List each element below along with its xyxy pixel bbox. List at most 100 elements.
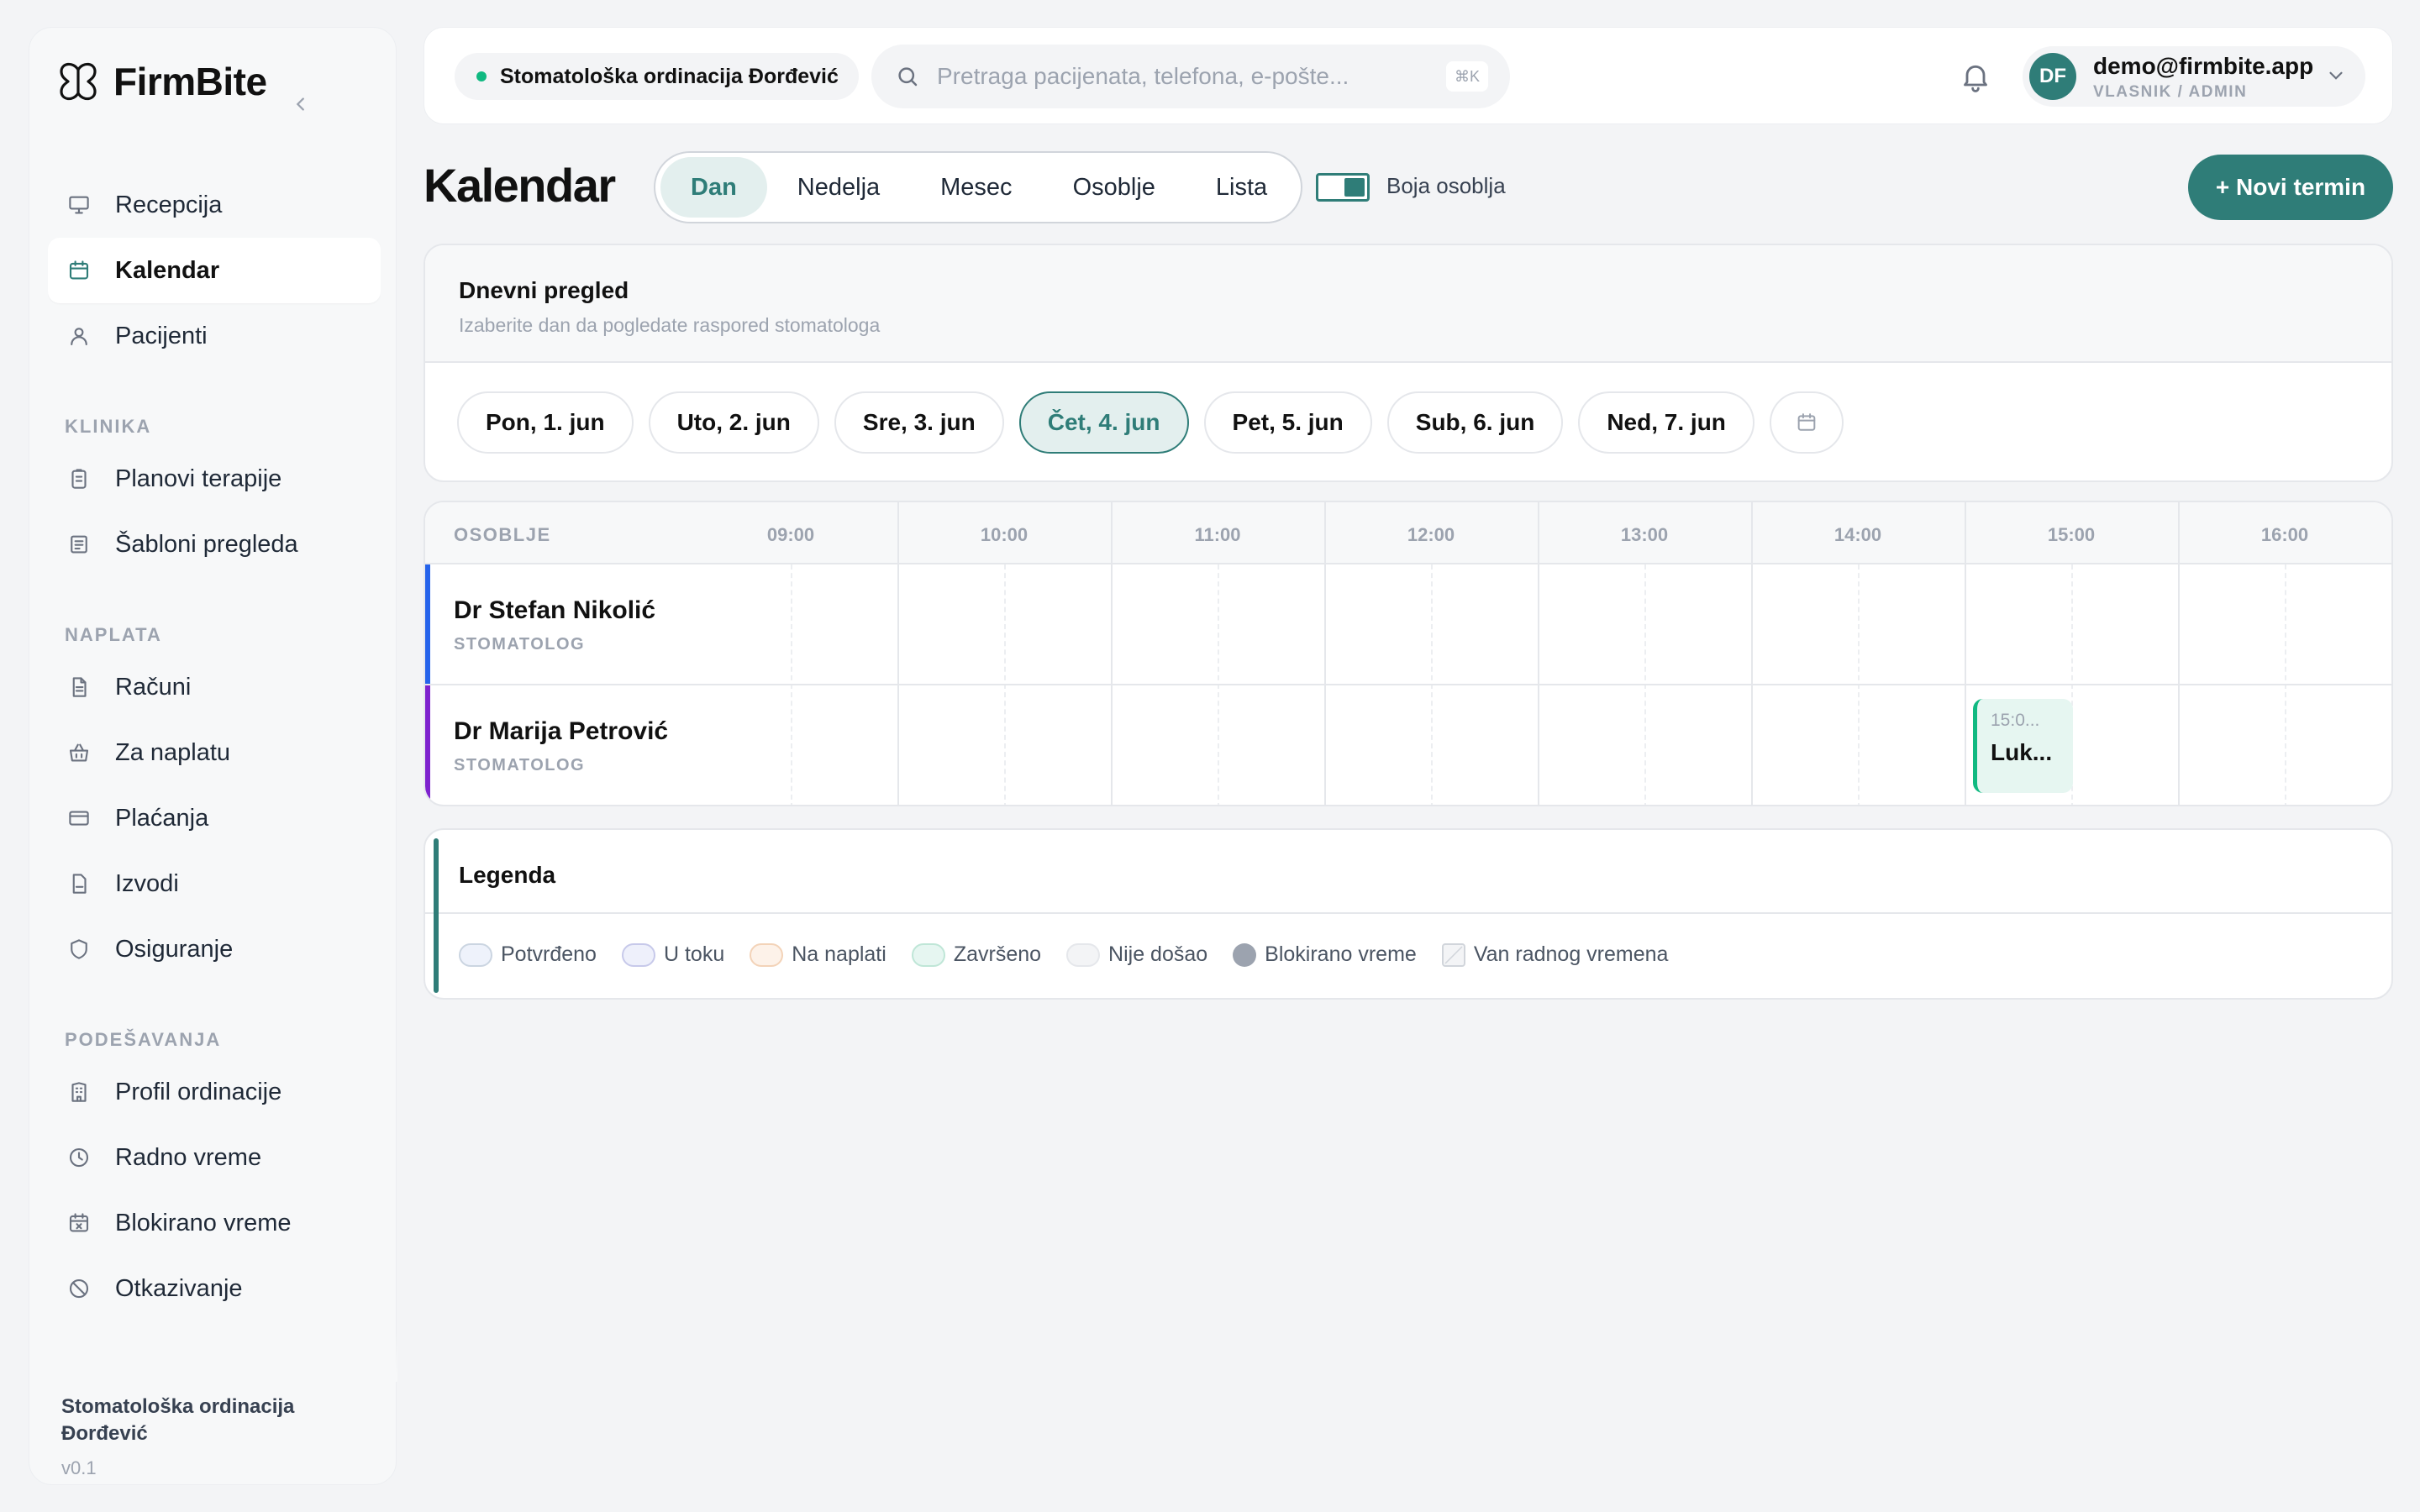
schedule-header: OSOBLJE 09:00 10:00 11:00 12:00 13:00 14:00 15… xyxy=(425,502,2391,564)
view-switcher: Dan Nedelja Mesec Osoblje Lista xyxy=(654,151,1302,223)
day-pill[interactable]: Čet, 4. jun xyxy=(1018,391,1189,454)
collapse-sidebar-button[interactable] xyxy=(288,92,313,117)
sidebar-item--abloni-pregleda[interactable]: Šabloni pregleda xyxy=(48,512,381,577)
sidebar-item-icon xyxy=(66,1210,92,1236)
legend-swatch xyxy=(1233,942,1257,967)
day-overview-subtitle: Izaberite dan da pogledate raspored stom… xyxy=(459,314,881,336)
sidebar-item-ra-uni[interactable]: Računi xyxy=(48,654,381,720)
clipboard-icon xyxy=(71,469,87,489)
legend-label: Van radnog vremena xyxy=(1473,942,1669,966)
legend-item: Nije došao xyxy=(1066,942,1207,967)
sidebar-item-icon xyxy=(66,806,92,831)
legend-item: Van radnog vremena xyxy=(1441,942,1669,967)
search-input[interactable] xyxy=(937,63,1407,90)
firmbite-logo-icon xyxy=(60,62,97,101)
new-appointment-button[interactable]: + Novi termin xyxy=(2188,155,2393,220)
staff-color-bar xyxy=(425,564,430,684)
sidebar-item-label: Radno vreme xyxy=(115,1143,262,1171)
legend-swatch xyxy=(621,942,655,967)
legend-label: Potvrđeno xyxy=(501,942,597,966)
sidebar-item-osiguranje[interactable]: Osiguranje xyxy=(48,916,381,982)
date-picker-button[interactable] xyxy=(1769,391,1844,454)
search-shortcut-hint: ⌘K xyxy=(1445,61,1488,92)
staff-color-toggle-label: Boja osoblja xyxy=(1386,173,1506,198)
clinic-status-dot xyxy=(476,71,487,81)
global-search[interactable]: ⌘K xyxy=(871,45,1510,108)
tab-dan[interactable]: Dan xyxy=(660,157,767,218)
sidebar-item-blokirano-vreme[interactable]: Blokirano vreme xyxy=(48,1190,381,1256)
clinic-selector[interactable]: Stomatološka ordinacija Đorđević xyxy=(455,53,859,100)
sidebar-item-kalendar[interactable]: Kalendar xyxy=(48,238,381,303)
sidebar-item-icon xyxy=(66,871,92,896)
tab-mesec[interactable]: Mesec xyxy=(910,157,1042,218)
app-version: v0.1 xyxy=(61,1457,97,1478)
sidebar-item-label: Otkazivanje xyxy=(115,1274,243,1302)
user-icon xyxy=(71,328,87,346)
staff-name[interactable]: Dr Stefan Nikolić xyxy=(454,596,655,625)
sidebar-item-izvodi[interactable]: Izvodi xyxy=(48,851,381,916)
tab-lista[interactable]: Lista xyxy=(1186,157,1297,218)
sidebar-item-icon xyxy=(66,323,92,349)
sidebar-section-title: PODEŠAVANJA xyxy=(65,1029,222,1050)
sidebar-item-label: Blokirano vreme xyxy=(115,1209,292,1236)
appointment-time: 15:0... xyxy=(1991,711,2040,730)
legend-card: Legenda Potvrđeno U toku Na naplati Završen… xyxy=(424,828,2393,1000)
day-pill[interactable]: Sre, 3. jun xyxy=(834,391,1004,454)
sidebar-item-pacijenti[interactable]: Pacijenti xyxy=(48,303,381,369)
tab-osoblje[interactable]: Osoblje xyxy=(1043,157,1186,218)
calendar-x-icon xyxy=(69,1213,89,1232)
shield-icon xyxy=(71,939,87,959)
sidebar: FirmBite Recepcija Kalendar Pacijenti KLINI… xyxy=(29,27,397,1485)
sidebar-item-label: Računi xyxy=(115,673,192,701)
day-pill[interactable]: Ned, 7. jun xyxy=(1578,391,1754,454)
legend-label: U toku xyxy=(663,942,725,966)
sidebar-item-otkazivanje[interactable]: Otkazivanje xyxy=(48,1256,381,1321)
legend-swatch xyxy=(911,942,945,967)
sidebar-item-za-naplatu[interactable]: Za naplatu xyxy=(48,720,381,785)
legend-item: Potvrđeno xyxy=(459,942,597,967)
staff-role: STOMATOLOG xyxy=(454,635,586,654)
sidebar-item-icon xyxy=(66,532,92,557)
day-pill[interactable]: Sub, 6. jun xyxy=(1386,391,1564,454)
bell-icon xyxy=(1964,65,1987,92)
sidebar-item-icon xyxy=(66,192,92,218)
sidebar-item-icon xyxy=(66,1145,92,1170)
sidebar-item-planovi-terapije[interactable]: Planovi terapije xyxy=(48,446,381,512)
sidebar-item-label: Pacijenti xyxy=(115,322,208,349)
legend-item: Završeno xyxy=(911,942,1042,967)
staff-name[interactable]: Dr Marija Petrović xyxy=(454,717,668,746)
sidebar-item-profil-ordinacije[interactable]: Profil ordinacije xyxy=(48,1059,381,1125)
hour-label: 14:00 xyxy=(1833,524,1882,545)
footer-org-name: Stomatološka ordinacija Đorđević xyxy=(61,1395,295,1445)
brand[interactable]: FirmBite xyxy=(55,55,267,108)
legend-item: Blokirano vreme xyxy=(1233,942,1417,967)
sidebar-item-icon xyxy=(66,466,92,491)
hour-label: 16:00 xyxy=(2260,524,2309,545)
sidebar-item-recepcija[interactable]: Recepcija xyxy=(48,172,381,238)
sidebar-item-icon xyxy=(66,1276,92,1301)
user-email: demo@firmbite.app xyxy=(2093,53,2314,79)
chevron-down-icon xyxy=(2329,71,2343,80)
user-menu[interactable]: DF demo@firmbite.app VLASNIK / ADMIN xyxy=(2023,46,2365,107)
sidebar-item-label: Planovi terapije xyxy=(115,465,282,492)
staff-color-bar xyxy=(425,685,430,805)
brand-name: FirmBite xyxy=(113,60,267,103)
day-pill[interactable]: Pon, 1. jun xyxy=(457,391,634,454)
sidebar-item-pla-anja[interactable]: Plaćanja xyxy=(48,785,381,851)
legend-swatch xyxy=(750,942,784,967)
legend-title: Legenda xyxy=(425,830,2391,914)
chevron-left-icon xyxy=(296,97,304,111)
legend-item: Na naplati xyxy=(750,942,886,967)
appointment-block[interactable]: 15:0... Luk... xyxy=(1973,699,2073,793)
legend-label: Završeno xyxy=(953,942,1042,966)
hour-label: 09:00 xyxy=(766,524,815,545)
legend-items: Potvrđeno U toku Na naplati Završeno Nije do… xyxy=(459,942,1693,967)
tab-nedelja[interactable]: Nedelja xyxy=(767,157,910,218)
day-pill[interactable]: Pet, 5. jun xyxy=(1203,391,1372,454)
legend-item: U toku xyxy=(621,942,725,967)
staff-color-toggle[interactable] xyxy=(1316,173,1370,202)
notifications-button[interactable] xyxy=(1959,60,1992,93)
sidebar-section-title: NAPLATA xyxy=(65,624,162,645)
sidebar-item-radno-vreme[interactable]: Radno vreme xyxy=(48,1125,381,1190)
day-pill[interactable]: Uto, 2. jun xyxy=(648,391,819,454)
